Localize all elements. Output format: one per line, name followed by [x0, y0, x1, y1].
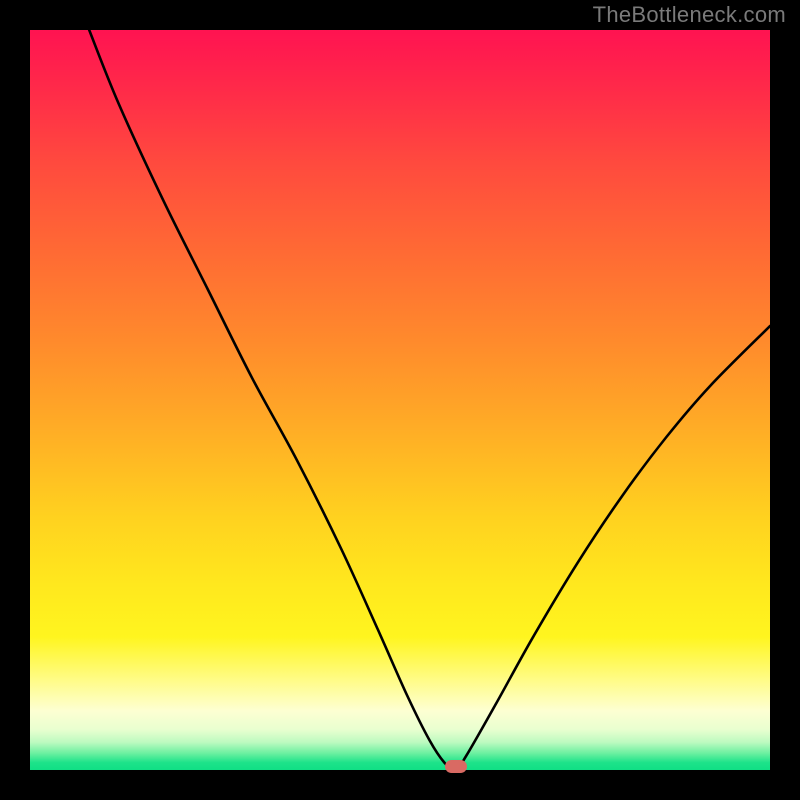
optimal-point-marker [445, 760, 467, 773]
chart-frame: TheBottleneck.com [0, 0, 800, 800]
bottleneck-curve [30, 30, 770, 770]
plot-area [30, 30, 770, 770]
watermark-text: TheBottleneck.com [593, 2, 786, 28]
